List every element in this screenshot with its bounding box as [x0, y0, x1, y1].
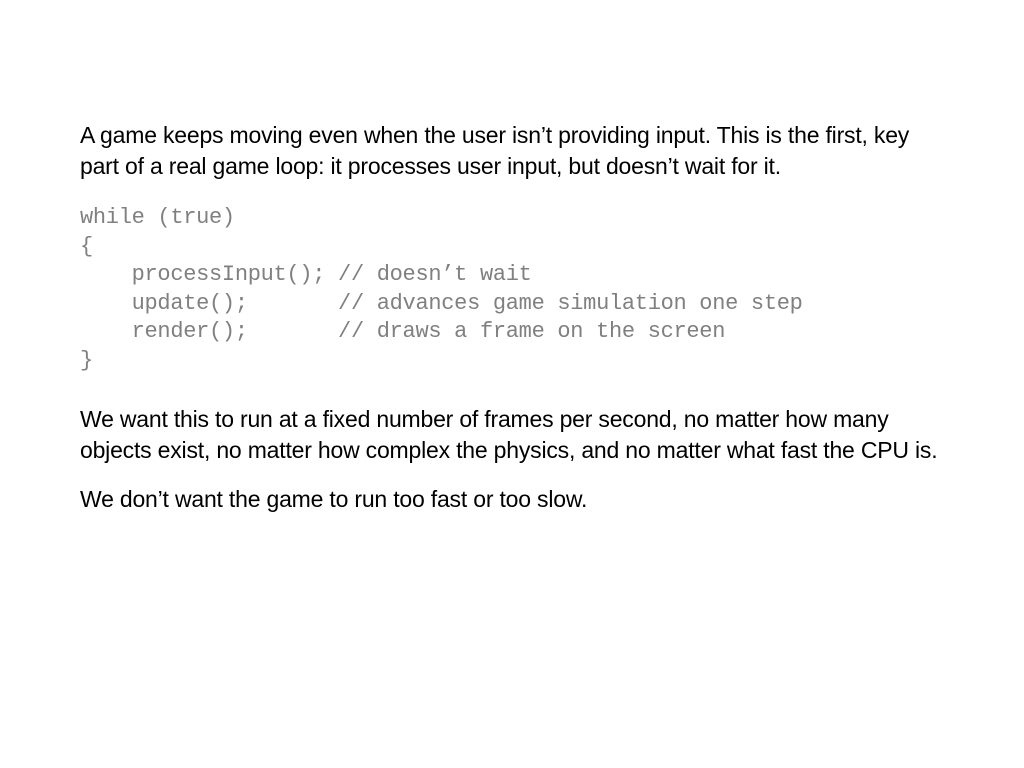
speed-paragraph: We don’t want the game to run too fast o… — [80, 484, 944, 515]
fps-paragraph: We want this to run at a fixed number of… — [80, 404, 944, 466]
intro-paragraph: A game keeps moving even when the user i… — [80, 120, 944, 182]
code-block-game-loop: while (true) { processInput(); // doesn’… — [80, 204, 944, 376]
